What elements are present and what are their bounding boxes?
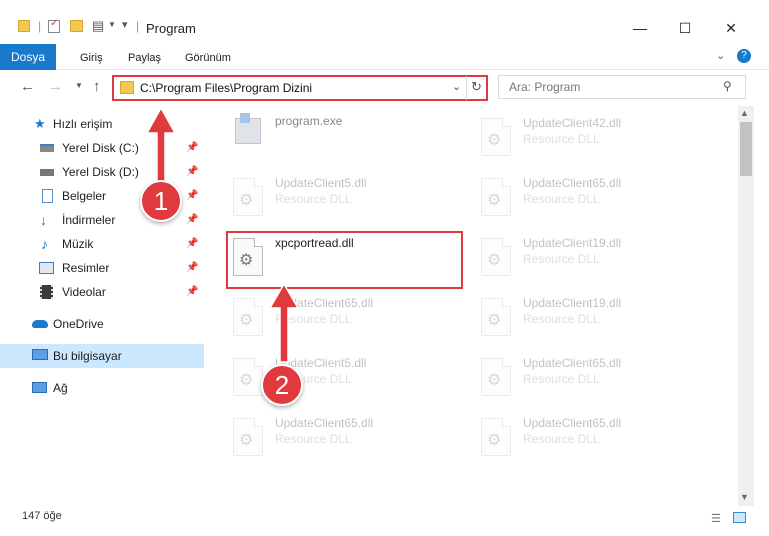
arrow-1-shape [145, 106, 177, 187]
annotation-arrows [145, 106, 300, 363]
step-1-callout: 1 [140, 180, 182, 222]
arrow-2-shape [268, 282, 300, 363]
step-2-callout: 2 [261, 364, 303, 406]
